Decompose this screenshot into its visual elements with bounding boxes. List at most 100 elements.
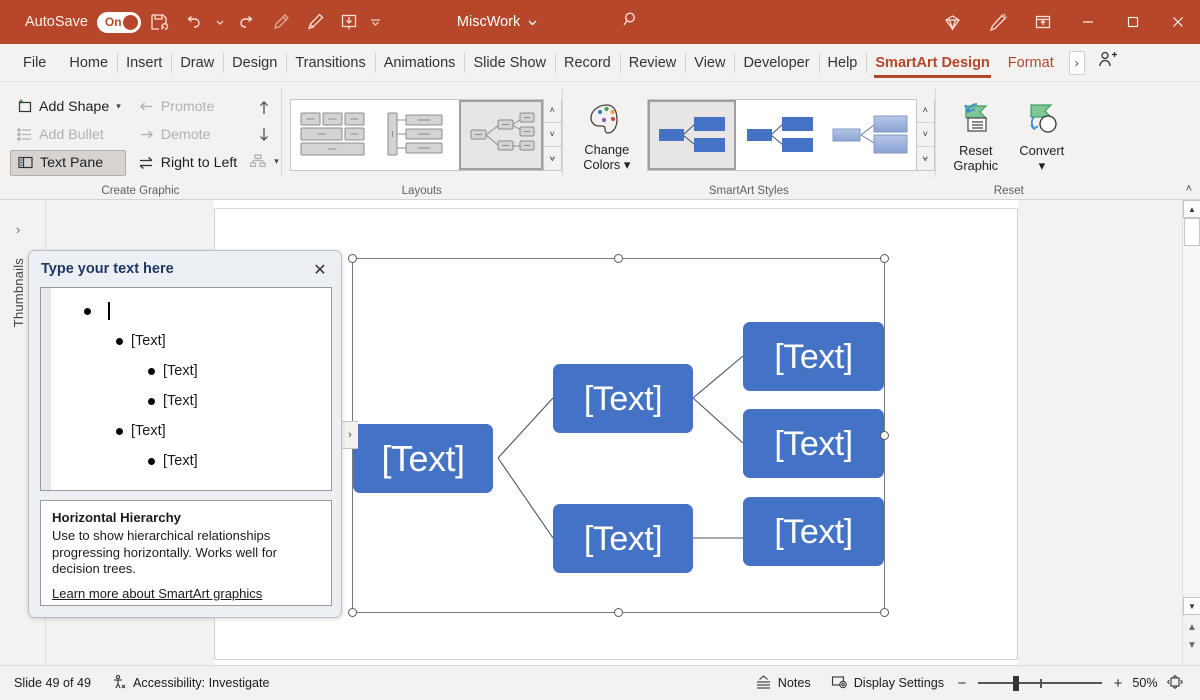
smartart-node-leaf-1[interactable]: [Text] xyxy=(743,322,884,391)
share-icon[interactable] xyxy=(1097,49,1119,76)
learn-more-link[interactable]: Learn more about SmartArt graphics xyxy=(52,586,262,601)
list-item[interactable] xyxy=(51,296,331,326)
layout-thumb-basic-block-list[interactable] xyxy=(291,100,375,170)
accessibility-status[interactable]: Accessibility: Investigate xyxy=(101,666,280,700)
minimize-button[interactable] xyxy=(1065,0,1110,44)
add-shape-chevron-icon[interactable]: ▾ xyxy=(116,101,121,112)
resize-handle-middle-right[interactable] xyxy=(880,431,889,440)
ink-to-shape-icon[interactable] xyxy=(265,6,297,38)
add-bullet-button[interactable]: Add Bullet xyxy=(10,122,126,148)
tab-smartart-design[interactable]: SmartArt Design xyxy=(866,44,998,82)
layout-chevron-icon[interactable]: ▾ xyxy=(274,156,279,167)
style-thumb-intense-effect[interactable] xyxy=(736,100,824,170)
text-pane-editor[interactable]: [Text] [Text] [Text] [Text] [Text] xyxy=(40,287,332,491)
list-item[interactable]: [Text] xyxy=(51,356,331,386)
fit-to-window-button[interactable] xyxy=(1164,674,1194,693)
smartart-node-root[interactable]: [Text] xyxy=(353,424,493,493)
scrollbar-track[interactable] xyxy=(1183,218,1200,593)
resize-handle-top-center[interactable] xyxy=(614,254,623,263)
draw-icon[interactable] xyxy=(299,6,331,38)
collapse-ribbon-button[interactable]: ˄ xyxy=(1186,183,1192,195)
zoom-slider-thumb[interactable] xyxy=(1013,676,1019,691)
smartart-node-leaf-3[interactable]: [Text] xyxy=(743,497,884,566)
display-settings-button[interactable]: Display Settings xyxy=(821,666,954,700)
smartart-node-branch-2[interactable]: [Text] xyxy=(553,504,693,573)
styles-scroll-up-button[interactable]: ˄ xyxy=(917,99,934,123)
move-down-button[interactable] xyxy=(250,122,278,148)
expand-thumbnails-icon[interactable]: › xyxy=(16,222,20,237)
layouts-gallery-scroll[interactable]: ˄ ˅ ⩝ xyxy=(543,99,561,171)
smartart-text-pane[interactable]: Type your text here ✕ [Text] [Text] xyxy=(28,250,342,618)
tab-developer[interactable]: Developer xyxy=(734,44,818,82)
tab-insert[interactable]: Insert xyxy=(117,44,171,82)
customize-quick-access-toolbar-icon[interactable] xyxy=(367,6,385,38)
list-item[interactable]: [Text] xyxy=(51,416,331,446)
redo-icon[interactable] xyxy=(231,6,263,38)
tab-slide-show[interactable]: Slide Show xyxy=(464,44,555,82)
zoom-level-label[interactable]: 50% xyxy=(1126,676,1164,690)
layout-button[interactable]: ▾ xyxy=(246,149,281,175)
undo-dropdown-chevron-icon[interactable] xyxy=(211,6,229,38)
pen-icon[interactable] xyxy=(975,0,1020,44)
zoom-in-button[interactable]: + xyxy=(1110,675,1126,692)
list-item[interactable]: [Text] xyxy=(51,326,331,356)
notes-button[interactable]: Notes xyxy=(745,666,821,700)
zoom-out-button[interactable]: − xyxy=(954,675,970,692)
styles-more-button[interactable]: ⩝ xyxy=(917,147,934,170)
scroll-up-button[interactable]: ▲ xyxy=(1183,200,1200,218)
text-pane-button[interactable]: Text Pane xyxy=(10,150,126,176)
style-thumb-subtle-effect[interactable] xyxy=(824,100,916,170)
zoom-slider[interactable] xyxy=(978,676,1102,690)
resize-handle-bottom-left[interactable] xyxy=(348,608,357,617)
tab-home[interactable]: Home xyxy=(60,44,117,82)
text-pane-bullet-list[interactable]: [Text] [Text] [Text] [Text] [Text] xyxy=(51,288,331,490)
reset-graphic-button[interactable]: Reset Graphic xyxy=(944,96,1008,173)
change-colors-chevron-icon[interactable]: ▾ xyxy=(624,157,630,172)
text-pane-close-icon[interactable]: ✕ xyxy=(309,259,331,281)
next-slide-button[interactable]: ▼ xyxy=(1183,637,1200,653)
layouts-scroll-down-button[interactable]: ˅ xyxy=(544,123,561,147)
undo-icon[interactable] xyxy=(177,6,209,38)
scrollbar-thumb[interactable] xyxy=(1184,218,1200,246)
tab-draw[interactable]: Draw xyxy=(171,44,223,82)
slide-counter[interactable]: Slide 49 of 49 xyxy=(0,666,101,700)
layout-thumb-vertical-box-list[interactable] xyxy=(375,100,459,170)
right-to-left-button[interactable]: Right to Left xyxy=(132,150,243,176)
convert-chevron-icon[interactable]: ▾ xyxy=(1039,158,1045,173)
smartart-node-leaf-2[interactable]: [Text] xyxy=(743,409,884,478)
move-up-button[interactable] xyxy=(250,95,278,121)
change-colors-button[interactable]: Change Colors ▾ xyxy=(575,97,639,172)
resize-handle-top-left[interactable] xyxy=(348,254,357,263)
tab-design[interactable]: Design xyxy=(223,44,286,82)
layout-thumb-horizontal-hierarchy[interactable] xyxy=(459,100,543,170)
tab-file[interactable]: File xyxy=(14,44,60,82)
smartart-node-branch-1[interactable]: [Text] xyxy=(553,364,693,433)
layouts-more-button[interactable]: ⩝ xyxy=(544,147,561,170)
close-button[interactable] xyxy=(1155,0,1200,44)
style-thumb-simple-fill[interactable] xyxy=(648,100,736,170)
start-presentation-icon[interactable] xyxy=(333,6,365,38)
maximize-button[interactable] xyxy=(1110,0,1155,44)
ribbon-display-options-icon[interactable] xyxy=(1020,0,1065,44)
search-button[interactable] xyxy=(620,9,642,36)
smartart-selection-frame[interactable]: [Text] [Text] [Text] [Text] [Text] [Text… xyxy=(352,258,885,613)
tab-review[interactable]: Review xyxy=(620,44,686,82)
smartart-styles-gallery-scroll[interactable]: ˄ ˅ ⩝ xyxy=(916,99,934,171)
autosave-toggle[interactable]: On xyxy=(97,12,141,33)
resize-handle-bottom-center[interactable] xyxy=(614,608,623,617)
tab-overflow-button[interactable]: › xyxy=(1069,51,1085,75)
smartart-text-pane-toggle-tab[interactable]: › xyxy=(341,421,358,449)
thumbnails-label[interactable]: Thumbnails xyxy=(11,258,26,327)
tab-format[interactable]: Format xyxy=(999,44,1063,82)
tab-animations[interactable]: Animations xyxy=(375,44,465,82)
previous-slide-button[interactable]: ▲ xyxy=(1183,619,1200,635)
tab-transitions[interactable]: Transitions xyxy=(286,44,374,82)
styles-scroll-down-button[interactable]: ˅ xyxy=(917,123,934,147)
tab-view[interactable]: View xyxy=(685,44,734,82)
save-icon[interactable] xyxy=(143,6,175,38)
resize-handle-top-right[interactable] xyxy=(880,254,889,263)
change-colors-label-line2-with-chevron[interactable]: Colors ▾ xyxy=(583,157,630,172)
scroll-down-button[interactable]: ▼ xyxy=(1183,597,1200,615)
list-item[interactable]: [Text] xyxy=(51,386,331,416)
promote-button[interactable]: Promote xyxy=(132,94,243,120)
